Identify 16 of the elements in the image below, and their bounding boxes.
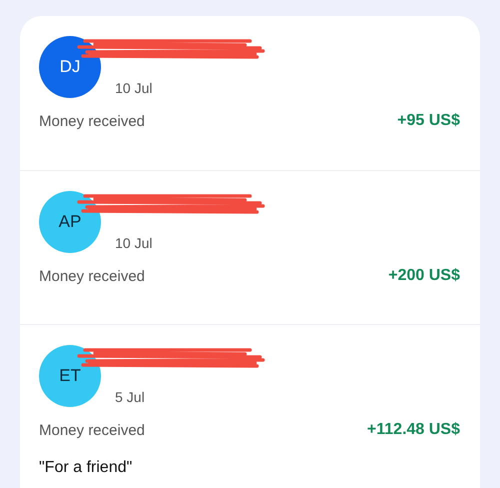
transaction-row[interactable]: ET 5 Jul Money received +112.48 US$ "For a friend" (20, 324, 480, 478)
transaction-date: 10 Jul (115, 80, 152, 96)
transaction-amount: +112.48 US$ (367, 421, 460, 439)
transaction-amount: +95 US$ (397, 112, 460, 130)
transaction-date: 10 Jul (115, 235, 152, 251)
avatar: AP (39, 191, 101, 253)
transaction-type: Money received (39, 268, 145, 284)
avatar: ET (39, 345, 101, 407)
transaction-note: "For a friend" (39, 459, 134, 477)
transaction-amount: +200 US$ (388, 267, 460, 285)
transaction-row[interactable]: DJ 10 Jul Money received +95 US$ (20, 16, 480, 170)
transaction-row[interactable]: AP 10 Jul Money received +200 US$ (20, 170, 480, 324)
transaction-type: Money received (39, 112, 145, 130)
transaction-type: Money received (39, 422, 145, 438)
transaction-date: 5 Jul (115, 389, 145, 405)
avatar: DJ (39, 36, 101, 98)
